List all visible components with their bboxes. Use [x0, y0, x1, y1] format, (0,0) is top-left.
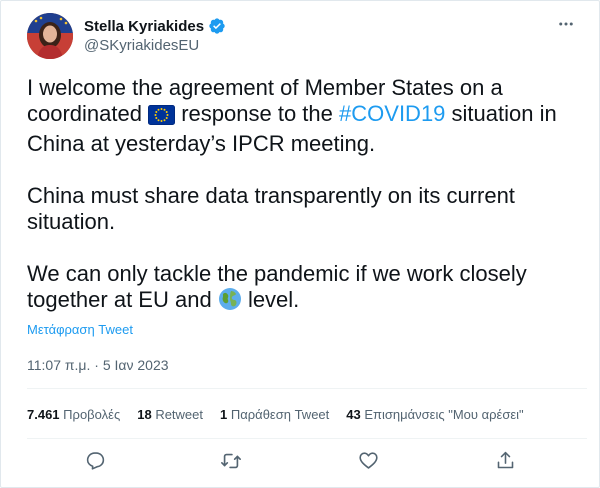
like-button[interactable] — [356, 451, 380, 475]
text-segment: response to the — [181, 101, 333, 126]
tweet-card: Stella Kyriakides @SKyriakidesEU I welco… — [0, 0, 600, 488]
retweet-button[interactable] — [219, 451, 243, 475]
likes-stat[interactable]: 43 Επισημάνσεις "Μου αρέσει" — [346, 407, 523, 422]
tweet-paragraph-1: I welcome the agreement of Member States… — [27, 75, 582, 157]
eu-flag-icon — [148, 105, 176, 131]
verified-badge-icon — [208, 17, 226, 35]
translate-tweet-link[interactable]: Μετάφραση Tweet — [27, 322, 133, 337]
text-segment: level. — [247, 287, 300, 312]
globe-icon — [218, 287, 242, 317]
views-count: 7.461 — [27, 407, 60, 422]
views-stat[interactable]: 7.461 Προβολές — [27, 407, 120, 422]
more-horizontal-icon — [557, 15, 575, 38]
tweet-timestamp[interactable]: 11:07 π.μ. · 5 Ιαν 2023 — [27, 357, 169, 373]
hashtag-link[interactable]: #COVID19 — [339, 101, 445, 126]
tweet-paragraph-3: We can only tackle the pandemic if we wo… — [27, 261, 582, 317]
quotes-label: Παράθεση Tweet — [230, 407, 330, 422]
retweet-icon — [220, 450, 242, 477]
author-block: Stella Kyriakides @SKyriakidesEU — [84, 16, 226, 54]
tweet-text: I welcome the agreement of Member States… — [27, 75, 582, 317]
quotes-count: 1 — [220, 407, 228, 422]
display-name[interactable]: Stella Kyriakides — [84, 18, 204, 35]
retweets-stat[interactable]: 18 Retweet — [137, 407, 203, 422]
retweets-label: Retweet — [155, 407, 204, 422]
handle[interactable]: @SKyriakidesEU — [84, 37, 226, 54]
tweet-paragraph-2: China must share data transparently on i… — [27, 183, 515, 234]
reply-button[interactable] — [83, 451, 107, 475]
tweet-actions — [27, 451, 587, 475]
tweet-header: Stella Kyriakides @SKyriakidesEU — [27, 13, 587, 63]
quotes-stat[interactable]: 1 Παράθεση Tweet — [220, 407, 329, 422]
likes-label: Επισημάνσεις "Μου αρέσει" — [364, 407, 524, 422]
likes-count: 43 — [346, 407, 361, 422]
views-label: Προβολές — [63, 407, 121, 422]
divider — [27, 438, 587, 439]
more-options-button[interactable] — [555, 15, 577, 37]
reply-icon — [85, 450, 106, 476]
share-button[interactable] — [493, 451, 517, 475]
avatar[interactable] — [27, 13, 73, 59]
name-row: Stella Kyriakides — [84, 16, 226, 36]
retweets-count: 18 — [137, 407, 152, 422]
share-icon — [495, 450, 516, 476]
heart-icon — [358, 450, 379, 476]
divider — [27, 388, 587, 389]
tweet-stats: 7.461 Προβολές 18 Retweet 1 Παράθεση Twe… — [27, 407, 541, 422]
